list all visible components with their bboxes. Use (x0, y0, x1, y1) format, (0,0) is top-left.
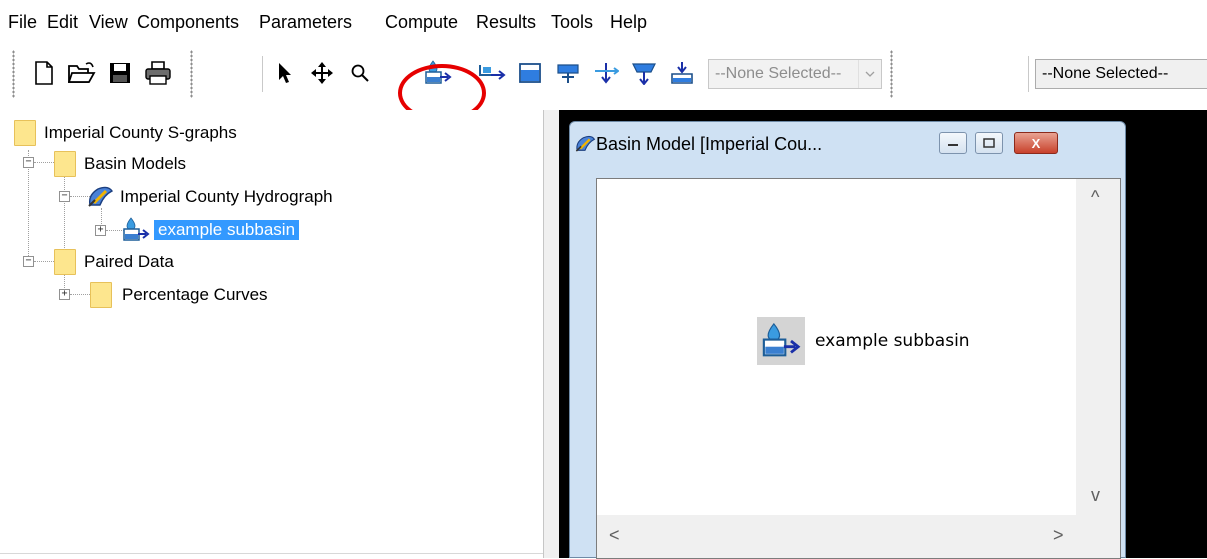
basin-model-icon (575, 135, 596, 152)
component-selector: --None Selected-- (708, 59, 882, 89)
diversion-tool-button[interactable] (590, 56, 622, 90)
toolbar-grip-2[interactable] (190, 50, 193, 98)
tree-item-label: Basin Models (84, 154, 187, 173)
collapse-toggle[interactable]: − (23, 157, 34, 168)
new-file-icon (35, 61, 53, 85)
tree-item-root[interactable]: Imperial County S-graphs (14, 120, 237, 146)
scrollbar-corner (1076, 515, 1120, 558)
tree-item-label-selected: example subbasin (154, 220, 300, 240)
menu-help[interactable]: Help (610, 12, 647, 33)
menu-components[interactable]: Components (137, 12, 239, 33)
model-selector[interactable]: --None Selected-- (1035, 59, 1207, 89)
source-tool-button[interactable] (628, 56, 660, 90)
tree-item-basin-models[interactable]: Basin Models (54, 151, 186, 177)
menu-file[interactable]: File (8, 12, 37, 33)
toolbar-grip[interactable] (12, 50, 15, 98)
menu-tools[interactable]: Tools (551, 12, 593, 33)
minimize-icon (948, 144, 958, 146)
watershed-explorer-tree: Imperial County S-graphs − Basin Models … (0, 110, 544, 558)
subbasin-element[interactable]: example subbasin (757, 317, 970, 365)
arrow-tool-button[interactable] (268, 56, 300, 90)
tree-item-label: Imperial County S-graphs (44, 123, 237, 142)
folder-icon (90, 282, 112, 308)
reservoir-tool-button[interactable] (514, 56, 546, 90)
junction-tool-button[interactable] (552, 56, 584, 90)
folder-icon (14, 120, 36, 146)
toolbar-separator (262, 56, 263, 92)
tree-item-basin-model[interactable]: Imperial County Hydrograph (86, 184, 333, 210)
basin-model-window: Basin Model [Imperial Cou... X example s… (569, 121, 1126, 559)
subbasin-icon (123, 217, 150, 241)
tree-connector (34, 162, 54, 164)
chevron-down-icon (858, 60, 881, 88)
basin-map-area: example subbasin ^ v < > (596, 178, 1121, 559)
model-selector-value: --None Selected-- (1042, 65, 1169, 82)
menu-view[interactable]: View (89, 12, 128, 33)
diversion-icon (595, 63, 619, 84)
expand-toggle[interactable]: + (59, 289, 70, 300)
scroll-up-arrow[interactable]: ^ (1091, 187, 1099, 208)
tree-connector (34, 261, 54, 263)
sink-tool-button[interactable] (666, 56, 698, 90)
folder-icon (54, 151, 76, 177)
save-button[interactable] (104, 56, 136, 90)
scroll-right-arrow[interactable]: > (1053, 525, 1064, 546)
restore-icon (983, 138, 995, 148)
scroll-down-arrow[interactable]: v (1091, 485, 1100, 506)
print-button[interactable] (142, 56, 174, 90)
window-title: Basin Model [Imperial Cou... (596, 134, 823, 154)
move-cross-icon (311, 62, 333, 84)
basin-model-icon (88, 186, 114, 207)
tree-bottom-edge (0, 553, 543, 558)
scroll-left-arrow[interactable]: < (609, 525, 620, 546)
toolbar: --None Selected-- --None Selected-- (0, 42, 1207, 110)
sink-icon (671, 62, 693, 84)
menu-results[interactable]: Results (476, 12, 536, 33)
open-folder-icon (68, 62, 96, 83)
collapse-toggle[interactable]: − (59, 191, 70, 202)
subbasin-icon (757, 317, 805, 365)
collapse-toggle[interactable]: − (23, 256, 34, 267)
menu-compute[interactable]: Compute (385, 12, 458, 33)
tree-item-label: Imperial County Hydrograph (120, 187, 333, 206)
component-selector-value: --None Selected-- (715, 65, 842, 82)
folder-icon (54, 249, 76, 275)
open-button[interactable] (66, 56, 98, 90)
tree-item-subbasin[interactable]: example subbasin (122, 217, 300, 243)
horizontal-scrollbar[interactable]: < > (597, 515, 1077, 558)
tree-item-label: Paired Data (84, 252, 174, 271)
zoom-tool-button[interactable] (344, 56, 376, 90)
move-tool-button[interactable] (306, 56, 338, 90)
magnifier-icon (351, 64, 369, 82)
maximize-button[interactable] (975, 132, 1003, 154)
basin-canvas[interactable]: example subbasin (597, 179, 1077, 515)
tree-item-percentage-curves[interactable]: Percentage Curves (90, 282, 268, 308)
tree-item-paired-data[interactable]: Paired Data (54, 249, 174, 275)
expand-toggle[interactable]: + (95, 225, 106, 236)
reservoir-icon (519, 63, 541, 83)
minimize-button[interactable] (939, 132, 967, 154)
save-disk-icon (110, 63, 130, 83)
close-button[interactable]: X (1014, 132, 1058, 154)
panel-splitter[interactable] (543, 110, 560, 558)
subbasin-element-label: example subbasin (815, 331, 970, 351)
printer-icon (145, 61, 171, 85)
tree-connector (70, 294, 90, 296)
toolbar-grip-3[interactable] (890, 50, 893, 98)
new-button[interactable] (28, 56, 60, 90)
vertical-scrollbar[interactable]: ^ v (1076, 179, 1120, 515)
toolbar-separator-2 (1028, 56, 1029, 92)
menu-edit[interactable]: Edit (47, 12, 78, 33)
pointer-arrow-icon (279, 63, 291, 83)
menu-parameters[interactable]: Parameters (259, 12, 352, 33)
junction-icon (557, 64, 579, 83)
tree-item-label: Percentage Curves (122, 285, 268, 304)
menu-bar: File Edit View Components Parameters Com… (0, 0, 1207, 42)
source-icon (632, 63, 656, 85)
